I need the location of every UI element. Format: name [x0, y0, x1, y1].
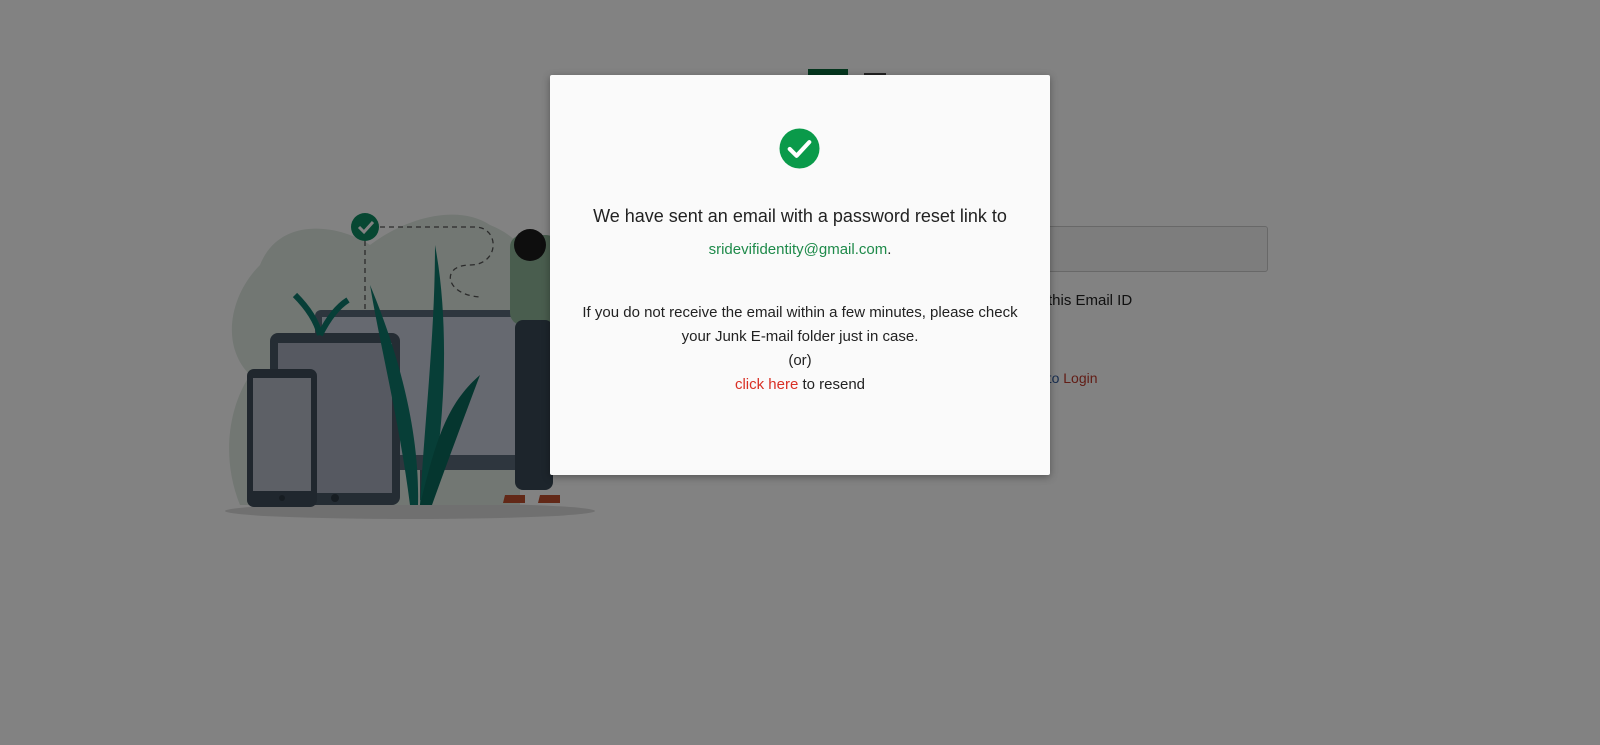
- dialog-info: If you do not receive the email within a…: [580, 301, 1020, 397]
- or-text: (or): [788, 352, 812, 369]
- forgot-password-page: ID this Email ID e to Login We have sent…: [0, 0, 1600, 745]
- email-address: sridevifidentity@gmail.com: [708, 241, 888, 258]
- dialog-heading: We have sent an email with a password re…: [593, 206, 1007, 226]
- resend-link[interactable]: click here: [735, 376, 798, 393]
- check-circle-icon: [779, 128, 820, 169]
- resend-suffix: to resend: [798, 376, 866, 393]
- dialog-email-line: sridevifidentity@gmail.com.: [550, 241, 1050, 258]
- email-suffix: .: [887, 241, 892, 258]
- junk-folder-note: If you do not receive the email within a…: [582, 304, 1018, 345]
- resend-line: click here to resend: [580, 373, 1020, 397]
- password-reset-sent-dialog: We have sent an email with a password re…: [550, 75, 1050, 475]
